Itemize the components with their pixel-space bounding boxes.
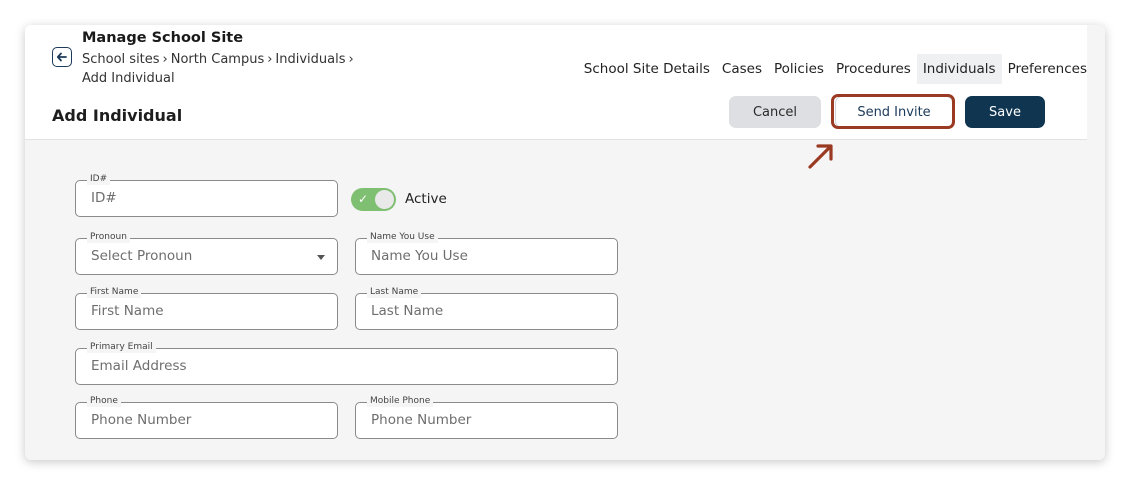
toggle-knob bbox=[375, 190, 394, 209]
phone-field[interactable]: Phone Phone Number bbox=[75, 395, 338, 439]
save-button[interactable]: Save bbox=[965, 96, 1045, 128]
mobile-phone-placeholder: Phone Number bbox=[371, 412, 472, 428]
tab-policies[interactable]: Policies bbox=[768, 54, 830, 84]
arrow-left-icon bbox=[56, 52, 67, 62]
id-field-label: ID# bbox=[87, 173, 111, 185]
name-you-use-placeholder: Name You Use bbox=[371, 248, 468, 264]
tab-cases[interactable]: Cases bbox=[716, 54, 768, 84]
mobile-phone-label: Mobile Phone bbox=[367, 395, 434, 407]
breadcrumb-north-campus[interactable]: North Campus bbox=[171, 52, 264, 67]
first-name-label: First Name bbox=[87, 286, 142, 298]
phone-placeholder: Phone Number bbox=[91, 412, 192, 428]
check-icon: ✓ bbox=[358, 192, 369, 206]
breadcrumb-current: Add Individual bbox=[82, 71, 175, 86]
tab-school-site-details[interactable]: School Site Details bbox=[578, 54, 716, 84]
name-you-use-label: Name You Use bbox=[367, 231, 438, 243]
first-name-field[interactable]: First Name First Name bbox=[75, 286, 338, 330]
id-field[interactable]: ID# ID# bbox=[75, 173, 338, 217]
breadcrumb: School sites › North Campus › Individuals › Ad… bbox=[82, 50, 382, 88]
breadcrumb-separator: › bbox=[267, 52, 273, 67]
email-field[interactable]: Primary Email Email Address bbox=[75, 341, 618, 385]
manage-school-site-card: Manage School Site School sites › North Ca… bbox=[25, 25, 1105, 460]
active-toggle[interactable]: ✓ bbox=[351, 188, 396, 211]
breadcrumb-individuals[interactable]: Individuals bbox=[275, 52, 345, 67]
header: Manage School Site School sites › North Ca… bbox=[25, 25, 1087, 140]
email-placeholder: Email Address bbox=[91, 358, 187, 374]
page-title: Add Individual bbox=[52, 106, 183, 125]
pronoun-label: Pronoun bbox=[87, 231, 130, 243]
breadcrumb-school-sites[interactable]: School sites bbox=[82, 52, 160, 67]
tab-preferences[interactable]: Preferences bbox=[1002, 54, 1093, 84]
breadcrumb-separator: › bbox=[348, 52, 354, 67]
first-name-placeholder: First Name bbox=[91, 303, 164, 319]
email-label: Primary Email bbox=[87, 341, 156, 353]
page-header-title: Manage School Site bbox=[82, 30, 244, 46]
id-field-placeholder: ID# bbox=[91, 190, 117, 206]
mobile-phone-field[interactable]: Mobile Phone Phone Number bbox=[355, 395, 618, 439]
tab-procedures[interactable]: Procedures bbox=[830, 54, 917, 84]
cancel-button[interactable]: Cancel bbox=[729, 96, 821, 128]
back-button[interactable] bbox=[52, 47, 72, 67]
active-label: Active bbox=[405, 191, 447, 207]
pronoun-select[interactable]: Pronoun Select Pronoun bbox=[75, 231, 338, 275]
phone-label: Phone bbox=[87, 395, 121, 407]
header-edge bbox=[1087, 87, 1105, 139]
last-name-placeholder: Last Name bbox=[371, 303, 444, 319]
pronoun-placeholder: Select Pronoun bbox=[91, 248, 193, 264]
name-you-use-field[interactable]: Name You Use Name You Use bbox=[355, 231, 618, 275]
tab-bar: School Site Details Cases Policies Proce… bbox=[578, 54, 1093, 84]
chevron-down-icon bbox=[317, 255, 325, 260]
annotation-highlight-box bbox=[831, 94, 955, 129]
tab-individuals[interactable]: Individuals bbox=[916, 54, 1002, 84]
breadcrumb-separator: › bbox=[162, 52, 168, 67]
arrow-up-right-icon bbox=[808, 144, 833, 169]
last-name-field[interactable]: Last Name Last Name bbox=[355, 286, 618, 330]
last-name-label: Last Name bbox=[367, 286, 422, 298]
